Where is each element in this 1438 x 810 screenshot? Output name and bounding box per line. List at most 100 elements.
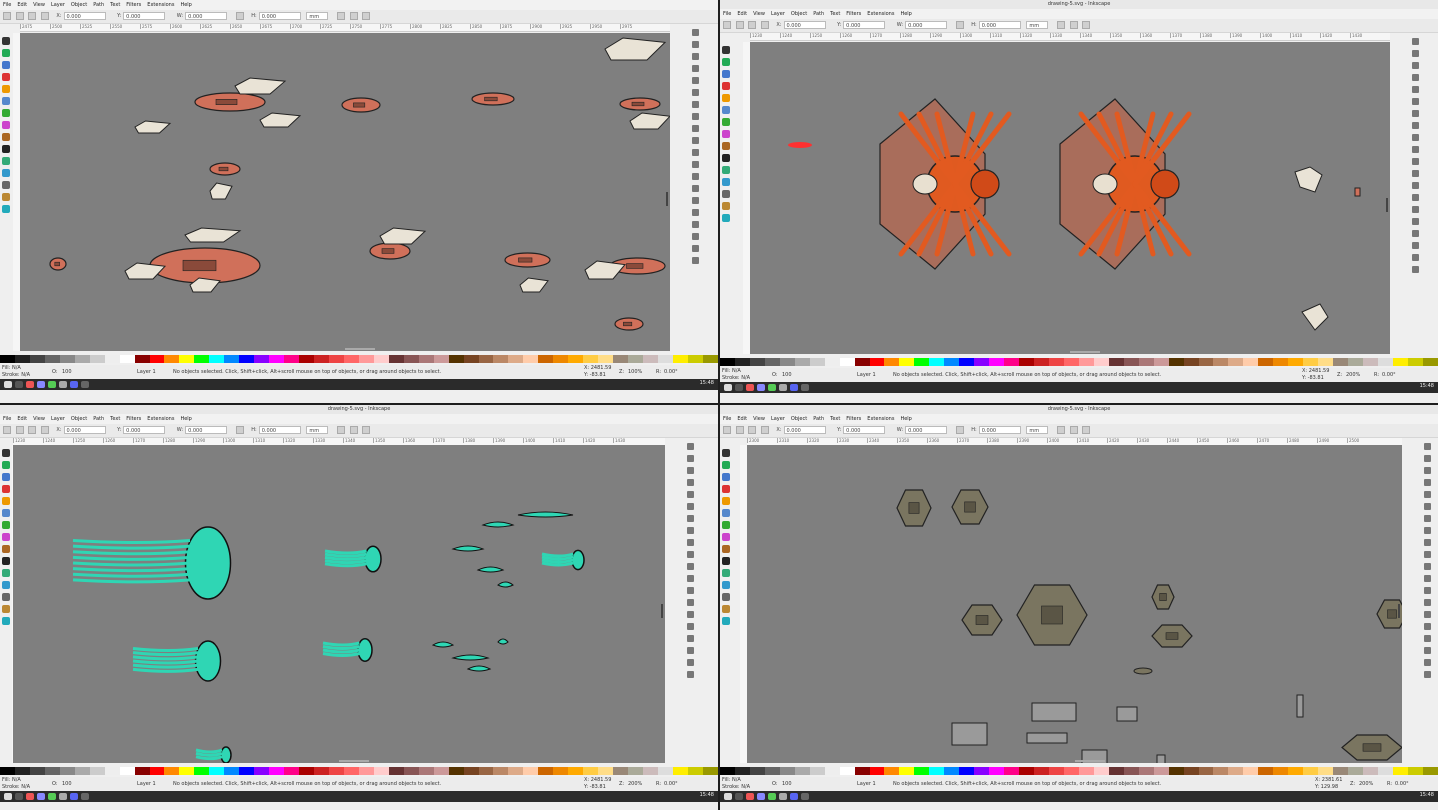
palette-swatch[interactable] [1288, 358, 1304, 366]
select-all-icon[interactable] [3, 11, 11, 20]
palette-swatch[interactable] [1123, 767, 1139, 775]
palette-swatch[interactable] [538, 355, 554, 363]
jellyfish-tentacle[interactable] [324, 559, 367, 565]
palette-swatch[interactable] [493, 767, 509, 775]
palette-swatch[interactable] [1348, 767, 1363, 775]
menu-item-edit[interactable]: Edit [17, 416, 27, 422]
mech-part[interactable] [1031, 702, 1077, 722]
palette-swatch[interactable] [239, 767, 255, 775]
tool-icon[interactable] [722, 509, 730, 517]
opacity-field[interactable]: 100 [782, 781, 792, 788]
palette-swatch[interactable] [824, 767, 840, 775]
palette-swatch[interactable] [1168, 358, 1184, 366]
fill-stroke-indicator[interactable]: Fill: N/A Stroke: N/A [722, 777, 750, 791]
tool-icon[interactable] [722, 569, 730, 577]
vertical-scrollbar[interactable] [666, 192, 668, 206]
fill-stroke-indicator[interactable]: Fill: N/A Stroke: N/A [2, 777, 30, 791]
wreck-fragment[interactable] [379, 227, 427, 245]
lock-icon[interactable] [235, 425, 244, 434]
palette-swatch[interactable] [314, 767, 329, 775]
h-field[interactable]: 0.000 [978, 425, 1021, 434]
palette-swatch[interactable] [1318, 767, 1334, 775]
palette-swatch[interactable] [478, 355, 494, 363]
move-gradients-icon[interactable] [362, 425, 371, 434]
jellyfish-fragment[interactable] [466, 665, 492, 672]
drawing-canvas[interactable] [747, 445, 1402, 763]
command-icon[interactable] [692, 209, 699, 216]
tool-icon[interactable] [722, 521, 730, 529]
tool-icon[interactable] [2, 109, 10, 117]
tool-icon[interactable] [2, 569, 10, 577]
command-icon[interactable] [692, 221, 699, 228]
palette-swatch[interactable] [1213, 358, 1229, 366]
jellyfish-tentacle[interactable] [324, 549, 367, 555]
tool-icon[interactable] [722, 461, 730, 469]
command-icon[interactable] [1424, 455, 1431, 462]
palette-swatch[interactable] [583, 355, 599, 363]
palette-swatch[interactable] [1004, 358, 1020, 366]
menu-item-extensions[interactable]: Extensions [147, 2, 174, 8]
palette-swatch[interactable] [1318, 358, 1334, 366]
jellyfish-bell[interactable] [571, 549, 585, 571]
palette-swatch[interactable] [1407, 767, 1423, 775]
mech-turret[interactable] [1362, 743, 1382, 752]
command-icon[interactable] [1424, 539, 1431, 546]
tool-icon[interactable] [2, 617, 10, 625]
menu-item-path[interactable]: Path [93, 416, 104, 422]
tool-icon[interactable] [722, 94, 730, 102]
jellyfish-bell[interactable] [194, 640, 222, 682]
jellyfish-tentacle[interactable] [72, 572, 191, 578]
jellyfish-bell[interactable] [357, 638, 373, 662]
palette-swatch[interactable] [1333, 767, 1349, 775]
palette-swatch[interactable] [1333, 358, 1349, 366]
flip-icon[interactable] [760, 20, 769, 29]
palette-swatch[interactable] [1153, 767, 1169, 775]
palette-swatch[interactable] [1422, 358, 1438, 366]
jellyfish-tentacle[interactable] [72, 555, 191, 561]
palette-swatch[interactable] [734, 358, 750, 366]
command-icon[interactable] [692, 65, 699, 72]
palette-swatch[interactable] [914, 767, 930, 775]
command-icon[interactable] [1412, 38, 1419, 45]
mech-turret[interactable] [1165, 632, 1179, 640]
menu-item-layer[interactable]: Layer [771, 416, 785, 422]
palette-swatch[interactable] [944, 358, 960, 366]
command-icon[interactable] [1424, 563, 1431, 570]
menu-item-object[interactable]: Object [71, 416, 87, 422]
zoom-field[interactable]: 100% [628, 369, 642, 376]
spider-head[interactable] [1150, 169, 1180, 199]
palette-swatch[interactable] [1019, 767, 1035, 775]
command-icon[interactable] [1424, 551, 1431, 558]
ship-deck[interactable] [626, 263, 644, 269]
palette-swatch[interactable] [373, 767, 389, 775]
palette-swatch[interactable] [1288, 767, 1304, 775]
palette-swatch[interactable] [657, 355, 673, 363]
palette-swatch[interactable] [149, 767, 165, 775]
flip-icon[interactable] [40, 11, 49, 20]
menu-item-text[interactable]: Text [830, 416, 840, 422]
taskbar-app-icon[interactable] [790, 793, 798, 800]
palette-swatch[interactable] [164, 355, 180, 363]
menu-item-edit[interactable]: Edit [737, 11, 747, 17]
wreck-fragment[interactable] [604, 37, 667, 61]
palette-swatch[interactable] [809, 358, 825, 366]
command-icon[interactable] [687, 659, 694, 666]
taskbar-app-icon[interactable] [768, 793, 776, 800]
x-field[interactable]: 0.000 [63, 11, 106, 20]
palette-swatch[interactable] [720, 767, 735, 775]
wreck-fragment[interactable] [584, 260, 626, 280]
jellyfish-fragment[interactable] [476, 566, 505, 573]
unit-select[interactable]: mm [306, 11, 329, 20]
palette-swatch[interactable] [373, 355, 389, 363]
taskbar-app-icon[interactable] [81, 381, 89, 388]
tool-icon[interactable] [722, 497, 730, 505]
palette-swatch[interactable] [89, 355, 105, 363]
tool-icon[interactable] [2, 157, 10, 165]
palette-swatch[interactable] [418, 355, 434, 363]
palette-swatch[interactable] [749, 767, 765, 775]
command-icon[interactable] [1412, 242, 1419, 249]
unit-select[interactable]: mm [1026, 425, 1049, 434]
tool-icon[interactable] [2, 145, 10, 153]
x-field[interactable]: 0.000 [63, 425, 106, 434]
palette-swatch[interactable] [869, 767, 885, 775]
